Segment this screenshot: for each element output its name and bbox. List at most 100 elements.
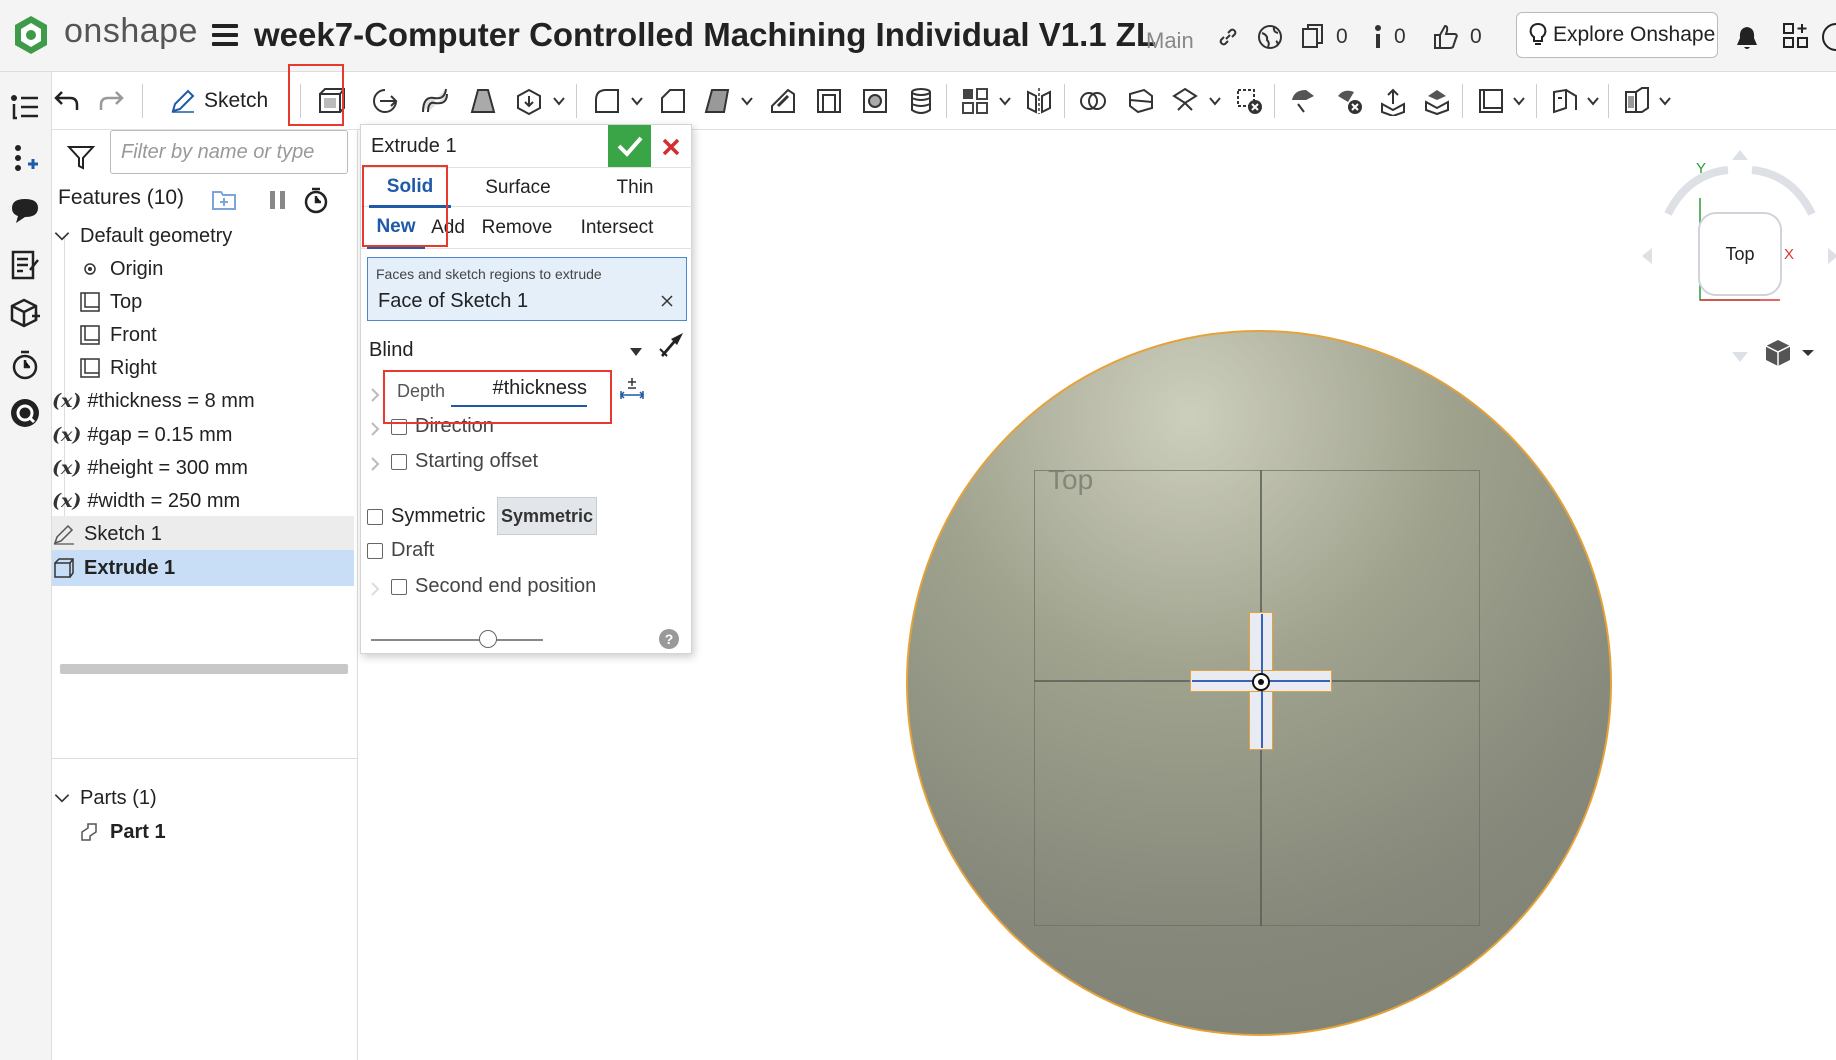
revolve-icon[interactable] <box>370 86 400 116</box>
transform-icon[interactable] <box>1170 86 1200 116</box>
pattern-icon[interactable] <box>960 86 990 116</box>
draft-icon[interactable] <box>702 86 732 116</box>
info-icon[interactable]: 0 <box>1372 22 1406 52</box>
chevron-down-icon[interactable] <box>630 94 644 108</box>
tree-item-parts[interactable]: Parts (1) <box>52 780 354 816</box>
preview-slider-handle[interactable] <box>479 630 497 648</box>
symmetric-checkbox[interactable] <box>367 508 383 525</box>
rib-icon[interactable] <box>768 86 798 116</box>
hole-icon[interactable] <box>860 86 890 116</box>
chevron-down-icon[interactable] <box>52 786 72 810</box>
chevron-down-icon[interactable] <box>52 224 72 248</box>
depth-input[interactable]: #thickness <box>451 373 587 407</box>
chevron-down-icon[interactable] <box>1586 94 1600 108</box>
redo-icon[interactable] <box>96 86 126 116</box>
selection-field[interactable]: Faces and sketch regions to extrude Face… <box>367 257 687 321</box>
chamfer-icon[interactable] <box>658 86 688 116</box>
tree-item-right-plane[interactable]: Right <box>52 350 354 386</box>
notes-icon[interactable] <box>8 248 42 282</box>
chevron-down-icon[interactable] <box>629 347 643 357</box>
thread-cylinder-icon[interactable] <box>906 86 936 116</box>
add-folder-icon[interactable] <box>210 186 238 214</box>
replace-face-icon[interactable] <box>1422 86 1452 116</box>
versions-icon[interactable]: 0 <box>1300 22 1348 52</box>
clear-selection-icon[interactable] <box>660 294 674 308</box>
tab-thin[interactable]: Thin <box>577 168 693 208</box>
parts-cube-icon[interactable] <box>8 296 42 330</box>
shell-icon[interactable] <box>814 86 844 116</box>
chevron-down-icon[interactable] <box>740 94 754 108</box>
preview-slider-track[interactable] <box>371 639 543 641</box>
starting-offset-checkbox[interactable] <box>391 453 407 470</box>
notifications-bell-icon[interactable] <box>1734 24 1760 52</box>
tab-remove[interactable]: Remove <box>475 207 559 249</box>
link-icon[interactable] <box>1216 22 1240 52</box>
tree-item-origin[interactable]: Origin <box>52 251 354 287</box>
flip-direction-icon[interactable] <box>657 329 687 359</box>
chevron-right-icon[interactable] <box>369 421 381 437</box>
cancel-button[interactable] <box>653 129 689 165</box>
tree-item-extrude-1[interactable]: Extrude 1 <box>52 550 354 586</box>
tree-item-default-geometry[interactable]: Default geometry <box>52 218 354 254</box>
symmetric-button[interactable]: Symmetric <box>497 497 597 535</box>
chevron-right-icon[interactable] <box>369 581 381 597</box>
tree-item-variable[interactable]: (x) #height = 300 mm <box>52 450 354 486</box>
tab-surface[interactable]: Surface <box>459 168 577 208</box>
split-icon[interactable] <box>1126 86 1156 116</box>
tree-item-part-1[interactable]: Part 1 <box>52 814 354 850</box>
tree-item-sketch-1[interactable]: Sketch 1 <box>52 516 354 552</box>
history-icon[interactable] <box>8 348 42 382</box>
like-icon[interactable]: 0 <box>1432 22 1482 52</box>
insert-mate-icon[interactable] <box>8 142 42 176</box>
tree-item-front-plane[interactable]: Front <box>52 317 354 353</box>
draft-option[interactable]: Draft <box>367 539 434 562</box>
delete-part-icon[interactable] <box>1234 86 1264 116</box>
extrude-icon[interactable] <box>316 86 346 116</box>
feature-list-scrollbar[interactable] <box>60 664 348 674</box>
chevron-down-icon[interactable] <box>1512 94 1526 108</box>
pause-icon[interactable] <box>264 186 292 214</box>
hamburger-menu-icon[interactable] <box>212 24 238 46</box>
measure-dimension-icon[interactable] <box>617 375 647 405</box>
chevron-down-icon[interactable] <box>998 94 1012 108</box>
filter-input[interactable] <box>110 130 348 174</box>
draft-checkbox[interactable] <box>367 542 383 559</box>
fillet-icon[interactable] <box>592 86 622 116</box>
branch-label[interactable]: Main <box>1146 28 1194 54</box>
second-end-checkbox[interactable] <box>391 578 407 595</box>
chevron-right-icon[interactable] <box>369 387 381 403</box>
boolean-icon[interactable] <box>1078 86 1108 116</box>
starting-offset-option[interactable]: Starting offset <box>391 450 538 473</box>
user-avatar-icon[interactable] <box>1822 22 1836 52</box>
direction-option[interactable]: Direction <box>391 415 494 438</box>
comments-icon[interactable] <box>8 194 42 228</box>
sweep-icon[interactable] <box>420 86 450 116</box>
mirror-icon[interactable] <box>1024 86 1054 116</box>
filter-icon[interactable] <box>66 142 96 172</box>
modify-fillet-icon[interactable] <box>1288 86 1318 116</box>
confirm-button[interactable] <box>608 125 651 167</box>
app-grid-icon[interactable] <box>1782 22 1810 52</box>
chevron-down-icon[interactable] <box>552 94 566 108</box>
app-store-icon[interactable] <box>8 396 42 430</box>
direction-checkbox[interactable] <box>391 418 407 435</box>
rollback-timer-icon[interactable] <box>302 186 330 214</box>
onshape-logo-icon[interactable] <box>12 14 50 56</box>
tab-new[interactable]: New <box>367 207 425 249</box>
document-title[interactable]: week7-Computer Controlled Machining Indi… <box>254 16 1156 54</box>
sheet-metal-icon[interactable] <box>1550 86 1580 116</box>
tree-item-variable[interactable]: (x) #width = 250 mm <box>52 483 354 519</box>
end-type-select[interactable]: Blind <box>369 339 413 362</box>
tree-item-variable[interactable]: (x) #gap = 0.15 mm <box>52 417 354 453</box>
tree-item-top-plane[interactable]: Top <box>52 284 354 320</box>
tree-item-variable[interactable]: (x) #thickness = 8 mm <box>52 383 354 419</box>
feature-list-icon[interactable] <box>8 90 42 124</box>
view-cube-menu-icon[interactable] <box>1760 338 1818 368</box>
frame-icon[interactable] <box>1622 86 1652 116</box>
plane-icon[interactable] <box>1476 86 1506 116</box>
undo-icon[interactable] <box>52 86 82 116</box>
help-icon[interactable]: ? <box>659 629 679 649</box>
thicken-icon[interactable] <box>514 86 544 116</box>
view-cube-top-face[interactable]: Top <box>1698 212 1782 296</box>
move-face-icon[interactable] <box>1378 86 1408 116</box>
